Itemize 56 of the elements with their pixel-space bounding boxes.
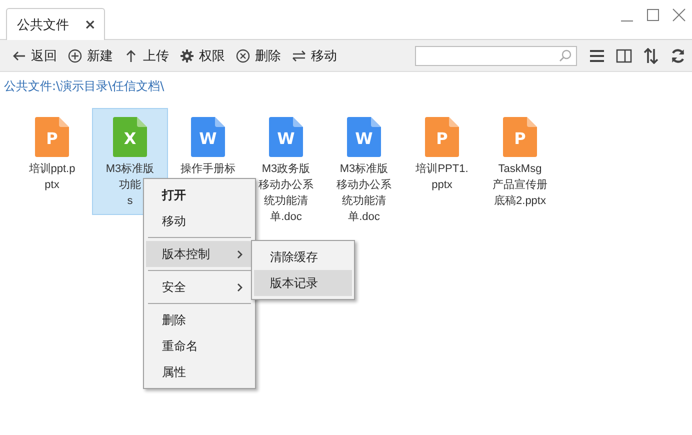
toolbar-button[interactable]: 上传 [124, 46, 169, 64]
back-arrow-icon [12, 48, 26, 62]
file-name: TaskMsg [497, 162, 543, 177]
file-name: pptx [430, 178, 454, 193]
file-name: 移动办公系 [336, 178, 392, 193]
tab[interactable]: 公共文件 × [6, 8, 105, 40]
file-name: M3标准版 [104, 162, 156, 177]
search-field[interactable] [415, 46, 577, 66]
x-circle-icon [236, 48, 250, 62]
file-tile[interactable]: P 培训PPT1. pptx [404, 108, 480, 194]
refresh-icon[interactable] [670, 48, 686, 64]
menu-item[interactable]: 属性 [146, 359, 253, 385]
toolbar-button[interactable]: 权限 [180, 46, 225, 64]
up-arrow-icon [124, 48, 138, 62]
menu-item[interactable]: 版本记录 [254, 270, 352, 296]
panel-icon[interactable] [616, 48, 632, 64]
file-name: 功能 [118, 178, 142, 193]
file-name: 统功能清 [341, 194, 387, 209]
menu-item[interactable]: 版本控制 [146, 241, 253, 267]
file-name: 操作手册标 [180, 162, 236, 177]
menu-item[interactable]: 清除缓存 [254, 244, 352, 270]
file-name: 移动办公系 [258, 178, 314, 193]
file-name: 产品宣传册 [492, 178, 548, 193]
file-tile[interactable]: P 培训ppt.p ptx [14, 108, 90, 194]
menu-item[interactable]: 重命名 [146, 333, 253, 359]
close-icon[interactable] [672, 8, 686, 22]
file-name: ptx [44, 178, 60, 193]
toolbar-button[interactable]: 新建 [68, 46, 113, 64]
sort-icon[interactable] [643, 48, 659, 64]
file-name: 底稿2.pptx [493, 194, 547, 209]
file-tile[interactable]: W 操作手册标 [170, 108, 246, 178]
menu-item[interactable]: 安全 [146, 274, 253, 300]
file-name: M3政务版 [260, 162, 312, 177]
chevron-icon [237, 282, 243, 292]
file-tile[interactable]: W M3标准版 移动办公系 统功能清 单.doc [326, 108, 402, 226]
toolbar-button[interactable]: 删除 [236, 46, 281, 64]
plus-circle-icon [68, 48, 82, 62]
file-name: s [126, 194, 134, 209]
file-name: 培训PPT1. [414, 162, 470, 177]
close-tab-icon[interactable]: × [84, 16, 96, 32]
swap-arrows-icon [292, 48, 306, 62]
maximize-icon[interactable] [646, 8, 660, 22]
file-tile[interactable]: P TaskMsg 产品宣传册 底稿2.pptx [482, 108, 558, 210]
file-name: 统功能清 [263, 194, 309, 209]
search-icon [559, 49, 572, 62]
file-name: 单.doc [347, 210, 381, 225]
file-name: 培训ppt.p [28, 162, 76, 177]
breadcrumb-path[interactable]: 公共文件:\演示目录\任信文档\ [4, 78, 164, 95]
file-name: M3标准版 [338, 162, 390, 177]
toolbar-button[interactable]: 移动 [292, 46, 337, 64]
toolbar-button[interactable]: 返回 [12, 46, 57, 64]
list-icon[interactable] [589, 48, 605, 64]
gear-icon [180, 48, 194, 62]
file-name: 单.doc [269, 210, 303, 225]
chevron-icon [237, 250, 243, 258]
menu-item[interactable]: 删除 [146, 307, 253, 333]
